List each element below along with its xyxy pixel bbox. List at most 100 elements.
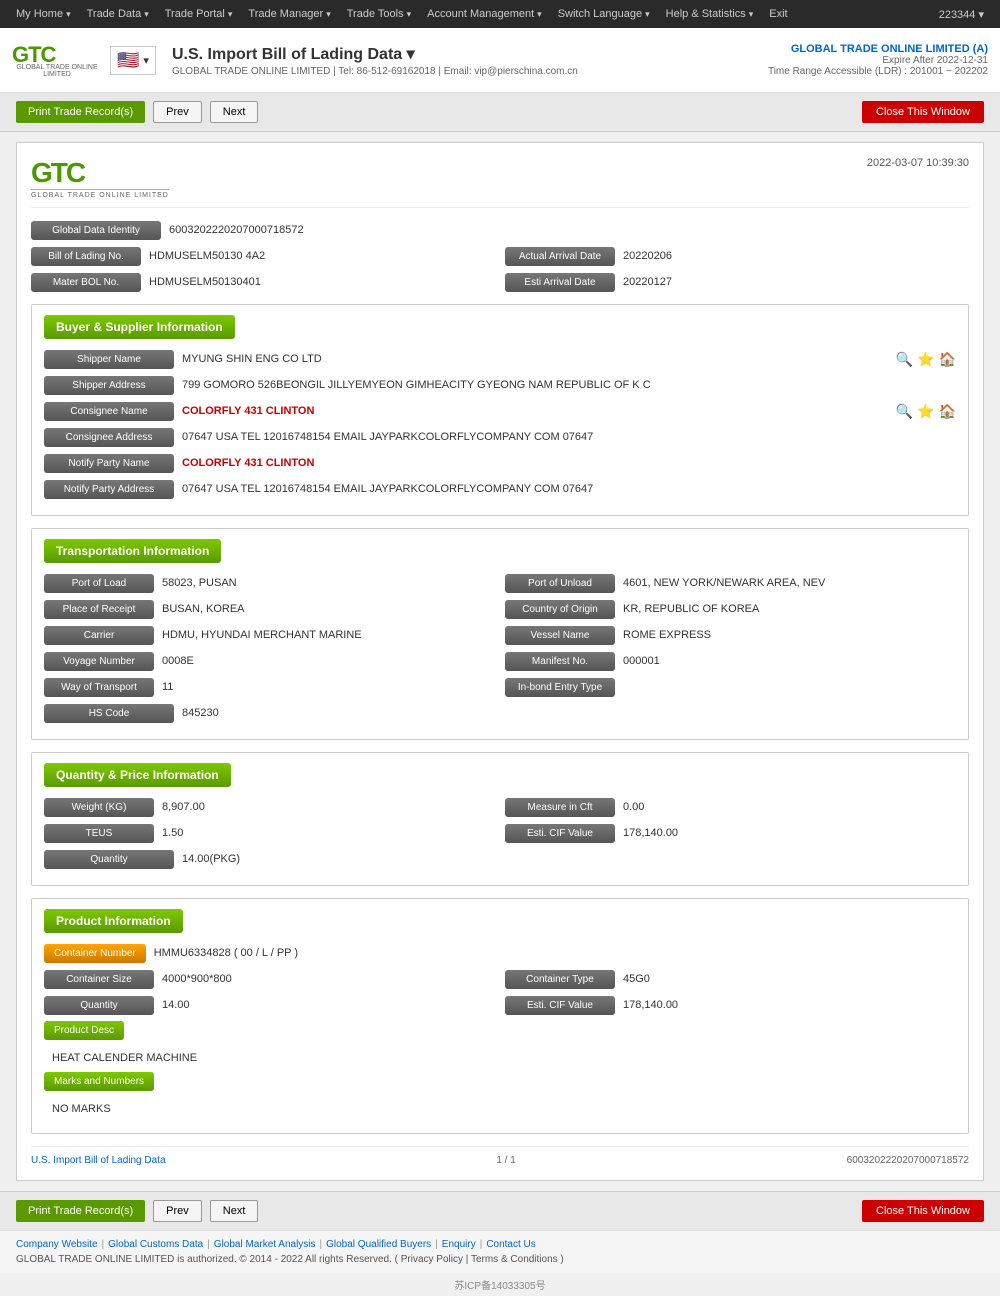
search-icon[interactable]: 🔍 bbox=[896, 403, 913, 420]
buyer-supplier-header: Buyer & Supplier Information bbox=[44, 315, 235, 339]
close-window-button[interactable]: Close This Window bbox=[862, 101, 984, 123]
footer-company-website[interactable]: Company Website bbox=[16, 1239, 98, 1250]
prev-button[interactable]: Prev bbox=[153, 101, 202, 123]
product-info-section: Product Information Container Number HMM… bbox=[31, 898, 969, 1134]
star-icon[interactable]: ⭐ bbox=[917, 403, 934, 420]
container-number-button[interactable]: Container Number bbox=[44, 944, 146, 963]
in-bond-col: In-bond Entry Type bbox=[505, 677, 956, 697]
esti-cif-value: 178,140.00 bbox=[615, 823, 956, 843]
quantity-value: 14.00(PKG) bbox=[174, 849, 956, 869]
consignee-name-value: COLORFLY 431 CLINTON bbox=[174, 401, 896, 421]
shipper-name-label: Shipper Name bbox=[44, 350, 174, 369]
actual-arrival-col: Actual Arrival Date 20220206 bbox=[505, 246, 969, 266]
esti-arrival-label: Esti Arrival Date bbox=[505, 273, 615, 292]
teus-row: TEUS 1.50 Esti. CIF Value 178,140.00 bbox=[44, 823, 956, 843]
port-unload-label: Port of Unload bbox=[505, 574, 615, 593]
consignee-icons: 🔍 ⭐ 🏠 bbox=[896, 403, 956, 420]
top-navigation: My Home ▾ Trade Data ▾ Trade Portal ▾ Tr… bbox=[0, 0, 1000, 28]
manifest-value: 000001 bbox=[615, 651, 956, 671]
nav-trade-data[interactable]: Trade Data ▾ bbox=[79, 0, 157, 28]
footer-global-customs[interactable]: Global Customs Data bbox=[108, 1239, 203, 1250]
nav-my-home[interactable]: My Home ▾ bbox=[8, 0, 79, 28]
carrier-label: Carrier bbox=[44, 626, 154, 645]
container-number-row: Container Number HMMU6334828 ( 00 / L / … bbox=[44, 943, 956, 963]
mater-bol-row: Mater BOL No. HDMUSELM50130401 Esti Arri… bbox=[31, 272, 969, 292]
weight-value: 8,907.00 bbox=[154, 797, 495, 817]
record-link[interactable]: U.S. Import Bill of Lading Data bbox=[31, 1155, 166, 1166]
actual-arrival-value: 20220206 bbox=[615, 246, 969, 266]
product-qty-value: 14.00 bbox=[154, 995, 495, 1015]
teus-value: 1.50 bbox=[154, 823, 495, 843]
notify-party-address-row: Notify Party Address 07647 USA TEL 12016… bbox=[44, 479, 956, 499]
chevron-down-icon: ▾ bbox=[228, 9, 233, 20]
home-icon[interactable]: 🏠 bbox=[939, 351, 956, 368]
account-info: GLOBAL TRADE ONLINE LIMITED (A) Expire A… bbox=[768, 43, 988, 77]
search-icon[interactable]: 🔍 bbox=[896, 351, 913, 368]
consignee-address-label: Consignee Address bbox=[44, 428, 174, 447]
quantity-row: Quantity 14.00(PKG) bbox=[44, 849, 956, 869]
product-desc-value: HEAT CALENDER MACHINE bbox=[44, 1048, 956, 1068]
header-title-area: U.S. Import Bill of Lading Data ▾ GLOBAL… bbox=[172, 44, 578, 77]
star-icon[interactable]: ⭐ bbox=[917, 351, 934, 368]
page-footer: Company Website | Global Customs Data | … bbox=[0, 1230, 1000, 1273]
nav-trade-manager[interactable]: Trade Manager ▾ bbox=[240, 0, 338, 28]
marks-value: NO MARKS bbox=[44, 1099, 956, 1119]
record-footer-id: 6003202220207000718572 bbox=[847, 1155, 969, 1166]
consignee-address-row: Consignee Address 07647 USA TEL 12016748… bbox=[44, 427, 956, 447]
transportation-header: Transportation Information bbox=[44, 539, 221, 563]
nav-account-management[interactable]: Account Management ▾ bbox=[419, 0, 550, 28]
container-type-col: Container Type 45G0 bbox=[505, 969, 956, 989]
way-transport-col: Way of Transport 11 bbox=[44, 677, 495, 697]
mater-bol-label: Mater BOL No. bbox=[31, 273, 141, 292]
bottom-close-button[interactable]: Close This Window bbox=[862, 1200, 984, 1222]
nav-switch-language[interactable]: Switch Language ▾ bbox=[550, 0, 658, 28]
expire-info: Expire After 2022-12-31 bbox=[768, 55, 988, 66]
home-icon[interactable]: 🏠 bbox=[939, 403, 956, 420]
product-qty-row: Quantity 14.00 Esti. CIF Value 178,140.0… bbox=[44, 995, 956, 1015]
next-button[interactable]: Next bbox=[210, 101, 259, 123]
esti-arrival-col: Esti Arrival Date 20220127 bbox=[505, 272, 969, 292]
country-origin-label: Country of Origin bbox=[505, 600, 615, 619]
transportation-section: Transportation Information Port of Load … bbox=[31, 528, 969, 740]
in-bond-label: In-bond Entry Type bbox=[505, 678, 615, 697]
chevron-down-icon: ▾ bbox=[407, 9, 412, 20]
footer-global-buyers[interactable]: Global Qualified Buyers bbox=[326, 1239, 431, 1250]
container-size-label: Container Size bbox=[44, 970, 154, 989]
nav-trade-portal[interactable]: Trade Portal ▾ bbox=[157, 0, 241, 28]
shipper-address-label: Shipper Address bbox=[44, 376, 174, 395]
bottom-prev-button[interactable]: Prev bbox=[153, 1200, 202, 1222]
way-transport-label: Way of Transport bbox=[44, 678, 154, 697]
nav-exit[interactable]: Exit bbox=[761, 0, 795, 28]
product-qty-label: Quantity bbox=[44, 996, 154, 1015]
footer-copyright: GLOBAL TRADE ONLINE LIMITED is authorize… bbox=[16, 1254, 984, 1265]
product-desc-section: Product Desc HEAT CALENDER MACHINE bbox=[44, 1021, 956, 1068]
record-logo-text: GTC bbox=[31, 157, 84, 189]
hs-code-label: HS Code bbox=[44, 704, 174, 723]
quantity-price-header: Quantity & Price Information bbox=[44, 763, 231, 787]
carrier-value: HDMU, HYUNDAI MERCHANT MARINE bbox=[154, 625, 495, 645]
flag-icon: 🇺🇸 bbox=[117, 50, 139, 71]
way-transport-row: Way of Transport 11 In-bond Entry Type bbox=[44, 677, 956, 697]
footer-global-market[interactable]: Global Market Analysis bbox=[214, 1239, 316, 1250]
esti-cif-label: Esti. CIF Value bbox=[505, 824, 615, 843]
product-desc-button[interactable]: Product Desc bbox=[44, 1021, 124, 1040]
buyer-supplier-section: Buyer & Supplier Information Shipper Nam… bbox=[31, 304, 969, 516]
record-logo: GTC GLOBAL TRADE ONLINE LIMITED bbox=[31, 157, 169, 199]
country-origin-value: KR, REPUBLIC OF KOREA bbox=[615, 599, 956, 619]
nav-trade-tools[interactable]: Trade Tools ▾ bbox=[339, 0, 419, 28]
bottom-print-button[interactable]: Print Trade Record(s) bbox=[16, 1200, 145, 1222]
language-flag-button[interactable]: 🇺🇸 ▾ bbox=[110, 46, 156, 75]
place-receipt-col: Place of Receipt BUSAN, KOREA bbox=[44, 599, 495, 619]
footer-contact-us[interactable]: Contact Us bbox=[486, 1239, 535, 1250]
bottom-next-button[interactable]: Next bbox=[210, 1200, 259, 1222]
carrier-col: Carrier HDMU, HYUNDAI MERCHANT MARINE bbox=[44, 625, 495, 645]
footer-enquiry[interactable]: Enquiry bbox=[442, 1239, 476, 1250]
notify-party-name-label: Notify Party Name bbox=[44, 454, 174, 473]
weight-col: Weight (KG) 8,907.00 bbox=[44, 797, 495, 817]
port-unload-col: Port of Unload 4601, NEW YORK/NEWARK ARE… bbox=[505, 573, 956, 593]
vessel-name-label: Vessel Name bbox=[505, 626, 615, 645]
print-button[interactable]: Print Trade Record(s) bbox=[16, 101, 145, 123]
marks-button[interactable]: Marks and Numbers bbox=[44, 1072, 154, 1091]
nav-help-statistics[interactable]: Help & Statistics ▾ bbox=[658, 0, 762, 28]
measure-label: Measure in Cft bbox=[505, 798, 615, 817]
